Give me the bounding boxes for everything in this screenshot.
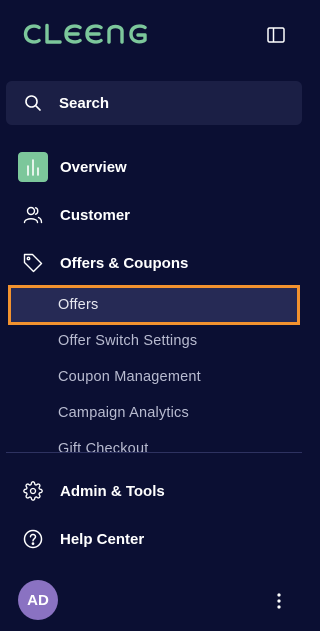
nav-item-help-center[interactable]: Help Center: [0, 519, 309, 559]
sub-item-offers-label: Offers: [58, 297, 99, 313]
more-options-button[interactable]: [268, 588, 290, 614]
sub-item-offers[interactable]: Offers: [8, 285, 300, 325]
search-button[interactable]: Search: [6, 81, 302, 125]
nav-item-offers-coupons[interactable]: Offers & Coupons: [0, 243, 309, 283]
sidebar: Search Overview Customer Offers & Coupon…: [0, 0, 309, 631]
nav-item-overview-label: Overview: [60, 158, 127, 176]
nav-item-admin-tools[interactable]: Admin & Tools: [0, 471, 309, 511]
search-icon: [24, 94, 42, 112]
more-vertical-icon: [277, 593, 281, 609]
nav-item-customer[interactable]: Customer: [0, 195, 309, 235]
search-label: Search: [59, 94, 110, 112]
help-circle-icon: [22, 528, 44, 550]
sub-item-offer-switch-settings[interactable]: Offer Switch Settings: [0, 326, 309, 356]
sub-item-campaign-analytics[interactable]: Campaign Analytics: [0, 398, 309, 428]
sidebar-toggle-icon: [267, 27, 285, 43]
scroll-clip: Gift Checkout: [0, 436, 309, 453]
sub-item-coupon-management-label: Coupon Management: [58, 369, 201, 385]
nav-item-help-center-label: Help Center: [60, 530, 145, 548]
tag-icon: [22, 252, 44, 274]
collapse-sidebar-button[interactable]: [264, 24, 288, 46]
gear-icon: [22, 480, 44, 502]
user-avatar[interactable]: AD: [18, 580, 58, 620]
cleeng-logo[interactable]: [23, 22, 159, 46]
bar-chart-icon: [18, 152, 48, 182]
nav-item-overview[interactable]: Overview: [0, 147, 309, 187]
sub-item-campaign-analytics-label: Campaign Analytics: [58, 405, 189, 421]
divider: [6, 452, 302, 453]
nav-item-admin-tools-label: Admin & Tools: [60, 482, 165, 500]
users-icon: [22, 204, 44, 226]
sub-item-coupon-management[interactable]: Coupon Management: [0, 362, 309, 392]
nav-item-offers-coupons-label: Offers & Coupons: [60, 254, 189, 272]
sub-item-offer-switch-settings-label: Offer Switch Settings: [58, 333, 198, 349]
nav-item-customer-label: Customer: [60, 206, 131, 224]
sub-item-gift-checkout[interactable]: Gift Checkout: [0, 436, 309, 453]
